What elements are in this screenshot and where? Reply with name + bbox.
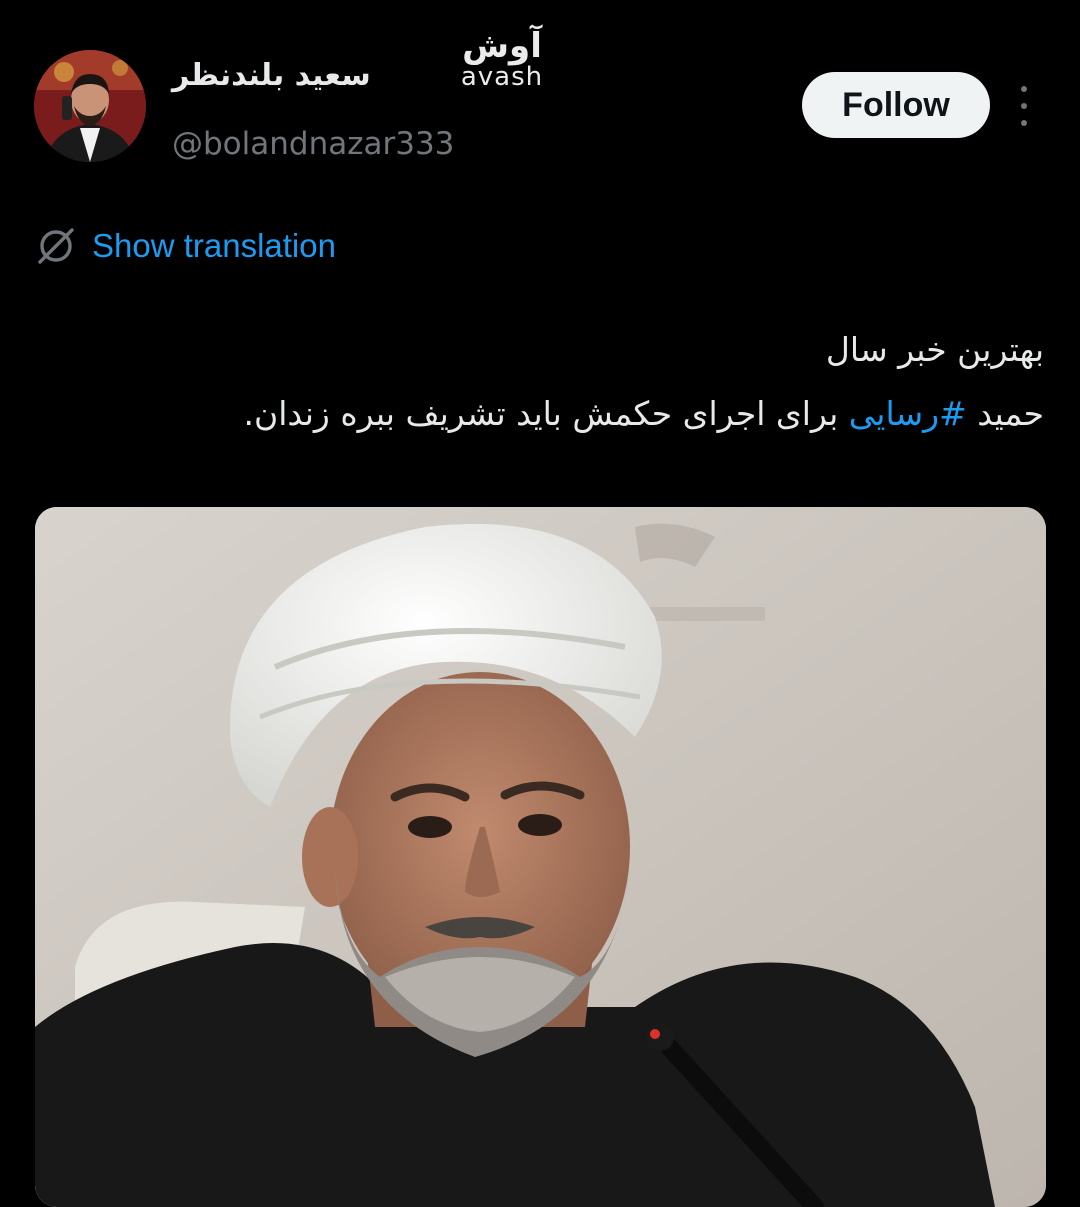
show-translation-label: Show translation xyxy=(92,227,336,264)
watermark-fa: آوش xyxy=(462,26,542,66)
photo-image xyxy=(35,507,1046,1207)
tweet-text-line-1: بهترین خبر سال xyxy=(825,330,1044,369)
tweet-text-line-2: حمید #رسایی برای اجرای حکمش باید تشریف ب… xyxy=(44,382,1045,446)
author-display-name[interactable]: سعید بلندنظر xyxy=(172,58,371,93)
tweet-text-before-hashtag: حمید xyxy=(966,394,1044,433)
tweet-media-photo[interactable] xyxy=(35,507,1046,1207)
tweet-text-after-hashtag: برای اجرای حکمش باید تشریف ببره زندان. xyxy=(243,394,849,433)
more-vertical-icon[interactable] xyxy=(1008,86,1040,126)
avatar-image xyxy=(34,50,146,162)
watermark-logo: آوش avash xyxy=(452,28,552,90)
more-dot xyxy=(1021,86,1027,92)
more-dot xyxy=(1021,103,1027,109)
follow-button[interactable]: Follow xyxy=(802,72,990,138)
watermark-en: avash xyxy=(460,62,544,92)
avatar[interactable] xyxy=(34,50,146,162)
more-dot xyxy=(1021,120,1027,126)
hashtag-link[interactable]: #رسایی xyxy=(849,394,967,433)
author-handle[interactable]: @bolandnazar333 xyxy=(172,126,454,162)
tweet-text: بهترین خبر سال حمید #رسایی برای اجرای حک… xyxy=(44,318,1045,446)
globe-icon xyxy=(38,228,74,264)
show-translation-link[interactable]: Show translation xyxy=(34,224,336,268)
